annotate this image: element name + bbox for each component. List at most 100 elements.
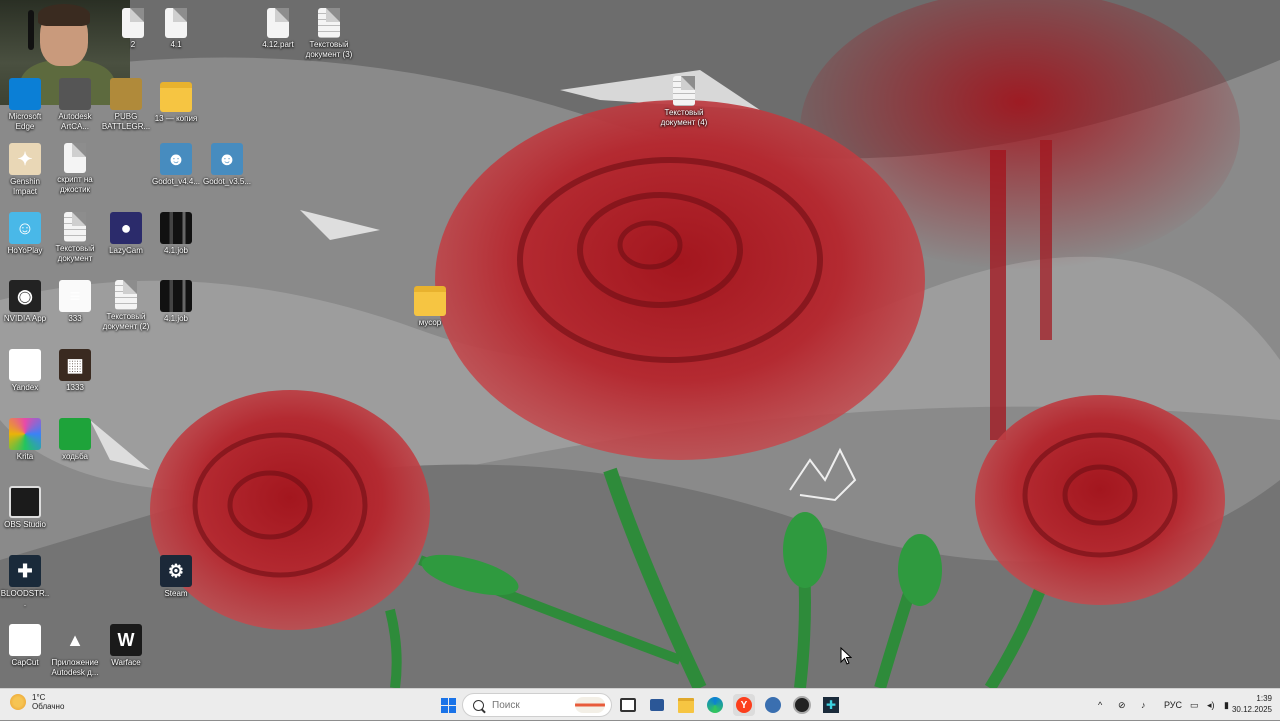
desktop-icon-text-document-2[interactable]: Текстовый документ (2) [101,280,151,332]
godot-icon: ☻ [160,143,192,175]
desktop-icon-genshin-impact[interactable]: ✦ Genshin Impact [0,143,50,197]
desktop-icon-obs-studio[interactable]: OBS Studio [0,486,50,530]
tray-battery[interactable]: ▮ [1224,689,1229,721]
desktop-icon-4-1-job-2[interactable]: 4.1.job [151,280,201,324]
hoyoplay-icon: ☺ [9,212,41,244]
desktop-icon-13-copy[interactable]: 13 — копия [151,78,201,124]
folder-icon [160,82,192,112]
taskbar-explorer-button[interactable] [675,694,697,716]
desktop-icon-warface[interactable]: W Warface [101,624,151,668]
mouse-cursor-icon [840,647,852,665]
desktop-icon-label: Yandex [11,383,39,392]
desktop-icon-microsoft-edge[interactable]: Microsoft Edge [0,78,50,132]
desktop-icon-4-1[interactable]: 4.1 [151,8,201,50]
desktop-icon-godot-4-4[interactable]: ☻ Godot_v4.4... [151,143,201,187]
desktop-icon-text-document-4[interactable]: Текстовый документ (4) [655,76,713,128]
show-hidden-icons-button[interactable]: ^ [1098,689,1102,721]
desktop-icon-label: Текстовый документ (4) [660,108,708,127]
steam-icon: ⚙ [160,555,192,587]
lazycam-icon: ● [110,212,142,244]
image-file-icon: ▦ [59,349,91,381]
desktop-icon-4-1-job[interactable]: 4.1.job [151,212,201,256]
obs-icon [793,696,811,714]
image-file-icon [59,418,91,450]
edge-icon [9,78,41,110]
taskbar-clock[interactable]: 1:39 30.12.2025 [1232,693,1272,715]
desktop-icon-label: NVIDIA App [3,314,47,323]
job-file-icon [160,212,192,244]
text-document-icon [673,76,695,106]
desktop-icon-4-12-part[interactable]: 4.12.part [253,8,303,50]
search-input[interactable] [490,698,564,712]
desktop-icon-nvidia-app[interactable]: ◉ NVIDIA App [0,280,50,324]
desktop-icon-333[interactable]: ≡ 333 [50,280,100,324]
desktop-icon-capcut[interactable]: ✂ CapCut [0,624,50,668]
desktop-icon-yandex[interactable]: Y Yandex [0,349,50,393]
start-button[interactable] [437,694,459,716]
taskbar-search[interactable] [462,693,612,717]
desktop-icon-label: Microsoft Edge [8,112,42,131]
desktop-icon-trash-folder[interactable]: мусор [405,282,455,328]
genshin-icon: ✦ [9,143,41,175]
desktop-icon-krita[interactable]: Krita [0,418,50,462]
desktop-icon-label: OBS Studio [4,520,46,529]
desktop-icon-text-document[interactable]: Текстовый документ [50,212,100,264]
autodesk-artcam-icon [59,78,91,110]
tray-volume[interactable]: ◂) [1207,689,1215,721]
desktop-icon-autodesk-app[interactable]: ▲ Приложение Autodesk д... [50,624,100,678]
taskbar-store-button[interactable] [646,694,668,716]
desktop-icon-label: Genshin Impact [10,177,40,196]
taskbar-edge-button[interactable] [704,694,726,716]
file-icon [267,8,289,38]
store-icon [650,699,664,711]
microphone-icon: ♪ [1141,700,1146,710]
weather-widget[interactable]: 1°C Облачно [10,693,64,711]
desktop-icon-text-document-3[interactable]: Текстовый документ (3) [301,8,357,60]
task-view-button[interactable] [617,694,639,716]
desktop-icon-label: Godot_v3.5... [202,177,252,186]
desktop-icon-label: Steam [164,589,188,598]
taskbar: 1°C Облачно Y ✚ ^ ⊘ ♪ РУС ▭ ◂) ▮ 1:39 [0,688,1280,720]
desktop-icon-script-joystick[interactable]: скрипт на джостик [50,143,100,195]
bloodstrike-icon: ✚ [823,697,839,713]
desktop-icon-bloodstrike[interactable]: ✚ BLOODSTR... [0,555,50,609]
tray-display[interactable]: ▭ [1190,689,1199,721]
tray-network-off[interactable]: ⊘ [1118,689,1126,721]
desktop-icon-label: Приложение Autodesk д... [51,658,99,677]
desktop-icon-godot-3-5[interactable]: ☻ Godot_v3.5... [202,143,252,187]
desktop-icon-label: Autodesk ArtCA... [58,112,92,131]
search-highlight-icon [575,697,605,713]
desktop-icon-label: Текстовый документ (2) [102,312,150,331]
job-file-icon [160,280,192,312]
desktop-icon-hoyoplay[interactable]: ☺ HoYoPlay [0,212,50,256]
taskbar-yandex-button[interactable]: Y [733,694,755,716]
desktop-icon-label: 4.1 [170,40,182,49]
desktop-icon-label: Текстовый документ (3) [305,40,353,59]
desktop-icon-walking[interactable]: ходьба [50,418,100,462]
desktop-icon-label: 1333 [66,383,84,392]
language-indicator: РУС [1164,700,1183,710]
desktop-icon-label: Godot_v4.4... [151,177,201,186]
pubg-icon [110,78,142,110]
tray-microphone[interactable]: ♪ [1141,689,1146,721]
image-file-icon: ≡ [59,280,91,312]
taskbar-app-button[interactable] [762,694,784,716]
desktop-icon-label: CapCut [11,658,39,667]
desktop-icon-autodesk-artcam[interactable]: Autodesk ArtCA... [50,78,100,132]
tray-language[interactable]: РУС [1164,689,1182,721]
autodesk-app-icon: ▲ [66,629,84,650]
app-icon [765,697,781,713]
clock-date: 30.12.2025 [1231,705,1272,714]
taskbar-bloodstrike-button[interactable]: ✚ [820,694,842,716]
edge-icon [707,697,723,713]
file-explorer-icon [678,697,694,713]
desktop-icon-lazycam[interactable]: ● LazyCam [101,212,151,256]
text-document-icon [64,143,86,173]
desktop-icon-1333[interactable]: ▦ 1333 [50,349,100,393]
text-document-icon [64,212,86,242]
desktop-icon-label: HoYoPlay [7,246,43,255]
desktop-icon-steam[interactable]: ⚙ Steam [151,555,201,599]
desktop-icon-pubg[interactable]: PUBG BATTLEGR... [101,78,151,132]
taskbar-obs-button[interactable] [791,694,813,716]
battery-icon: ▮ [1224,699,1229,710]
